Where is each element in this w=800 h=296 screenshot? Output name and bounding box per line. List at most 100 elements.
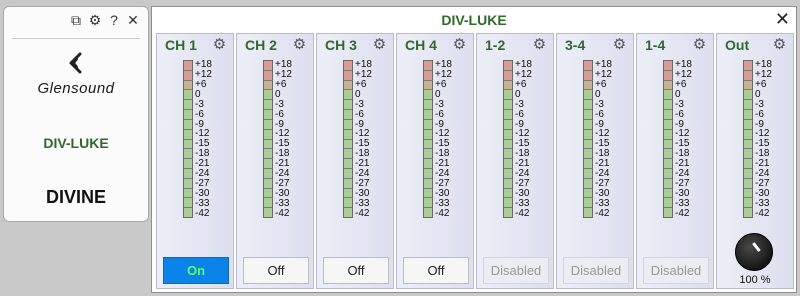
- gear-icon[interactable]: ⚙: [692, 37, 707, 52]
- gear-icon[interactable]: ⚙: [372, 37, 387, 52]
- scale-label: -30: [195, 187, 210, 199]
- scale-label: -30: [595, 187, 610, 199]
- help-icon[interactable]: ?: [107, 13, 121, 27]
- meter-segment: [504, 110, 512, 119]
- scale-label: -30: [275, 187, 290, 199]
- gear-icon[interactable]: ⚙: [212, 37, 227, 52]
- meter-segment: [264, 70, 272, 80]
- device-side-panel: ⧉ ⚙ ? ✕ Glensound DIV-LUKE DIVINE: [3, 6, 149, 222]
- meter-segment: [424, 100, 432, 110]
- meter-segment: [504, 129, 512, 139]
- meter-segment: [584, 61, 592, 70]
- meter-scale: +18 +12 +6 0 -3 -6 -9 -12 -15 -18 -21 -24 -27 -30 -33-…: [675, 59, 692, 219]
- scale-label: -21: [275, 158, 290, 170]
- scale-label: -33: [595, 197, 610, 209]
- scale-label: -21: [355, 158, 370, 170]
- meter-segment: [584, 80, 592, 90]
- meter-segment: [344, 100, 352, 110]
- close-icon[interactable]: ✕: [126, 13, 140, 27]
- meter-segment: [344, 129, 352, 139]
- meter-segment: [504, 168, 512, 178]
- meter-segment: [744, 178, 752, 188]
- channel-toggle-button[interactable]: Off: [403, 257, 469, 284]
- scale-label: -3: [195, 98, 204, 110]
- gear-icon[interactable]: ⚙: [88, 13, 102, 27]
- channel-toggle-button[interactable]: Off: [323, 257, 389, 284]
- channel-strip: 3-4 ⚙ +18 +12 +6 0 -3 -6 -9 -12 -15 -18 -21 -24 -27 -30…: [556, 33, 634, 289]
- scale-label: -18: [755, 148, 770, 160]
- scale-label: -6: [755, 108, 764, 120]
- channel-strip: 1-2 ⚙ +18 +12 +6 0 -3 -6 -9 -12 -15 -18 -21 -24 -27 -30…: [476, 33, 554, 289]
- meter-segment: [184, 70, 192, 80]
- meter-segment: [344, 159, 352, 168]
- meter-segment: [664, 208, 672, 217]
- level-meter: [183, 60, 193, 218]
- copy-icon[interactable]: ⧉: [69, 13, 83, 27]
- scale-label: -9: [435, 118, 444, 130]
- level-meter: [503, 60, 513, 218]
- scale-label: -6: [435, 108, 444, 120]
- output-level-knob[interactable]: [735, 233, 773, 271]
- channel-toggle-button[interactable]: Off: [243, 257, 309, 284]
- scale-label: -21: [755, 158, 770, 170]
- channel-toggle-button[interactable]: On: [163, 257, 229, 284]
- meter-segment: [424, 90, 432, 100]
- scale-label: -15: [675, 138, 690, 150]
- scale-label: -27: [435, 178, 450, 190]
- scale-label: +18: [675, 59, 692, 70]
- scale-label: +18: [515, 59, 532, 70]
- scale-label: +12: [595, 68, 612, 80]
- scale-label: -27: [755, 178, 770, 190]
- meter-segment: [184, 100, 192, 110]
- scale-label: -6: [355, 108, 364, 120]
- channel-strip: Out ⚙ +18 +12 +6 0 -3 -6 -9 -12 -15 -18 -21 -24 -27 -30…: [716, 33, 794, 289]
- meter-segment: [184, 149, 192, 159]
- meter-scale: +18 +12 +6 0 -3 -6 -9 -12 -15 -18 -21 -24 -27 -30 -33-…: [595, 60, 612, 219]
- channel-name: CH 2: [245, 37, 277, 53]
- scale-label: -30: [755, 187, 770, 199]
- meter-segment: [584, 100, 592, 110]
- close-icon[interactable]: ✕: [775, 10, 790, 28]
- gear-icon[interactable]: ⚙: [532, 37, 547, 52]
- meter-segment: [264, 208, 272, 217]
- scale-label: -24: [355, 168, 370, 180]
- scale-label: 0: [755, 88, 761, 100]
- meter-segment: [424, 149, 432, 159]
- scale-label: +12: [275, 68, 292, 80]
- meter-segment: [744, 80, 752, 90]
- meter-segment: [344, 149, 352, 159]
- meter-segment: [344, 168, 352, 178]
- device-name[interactable]: DIV-LUKE: [4, 135, 148, 151]
- gear-icon[interactable]: ⚙: [612, 37, 627, 52]
- gear-icon[interactable]: ⚙: [452, 37, 467, 52]
- meter-segment: [184, 90, 192, 100]
- scale-label: -3: [435, 98, 444, 110]
- scale-label: -9: [595, 118, 604, 130]
- channel-toggle-button: Disabled: [643, 257, 709, 284]
- meter-segment: [664, 119, 672, 129]
- scale-label: +6: [355, 78, 367, 90]
- gear-icon[interactable]: ⚙: [772, 37, 787, 52]
- level-meter: [743, 60, 753, 218]
- scale-label: 0: [515, 88, 521, 100]
- meter-segment: [424, 198, 432, 208]
- meter-segment: [744, 129, 752, 139]
- scale-label: +12: [195, 68, 212, 80]
- meter-segment: [744, 119, 752, 129]
- meter-segment: [504, 100, 512, 110]
- scale-label: -24: [675, 168, 690, 180]
- level-meter: [263, 60, 273, 218]
- meter-scale: +18 +12 +6 0 -3 -6 -9 -12 -15 -18 -21 -24 -27 -30 -33-…: [195, 60, 212, 219]
- scale-label: -21: [595, 158, 610, 170]
- meter-segment: [264, 129, 272, 139]
- gear-icon[interactable]: ⚙: [292, 37, 307, 52]
- meter-segment: [424, 178, 432, 188]
- glensound-logo-icon: [4, 51, 148, 75]
- meter-segment: [504, 159, 512, 168]
- meter-segment: [504, 119, 512, 129]
- level-meter: [583, 60, 593, 218]
- scale-label: -42: [275, 207, 290, 219]
- scale-label: +12: [675, 68, 692, 80]
- scale-label: -18: [355, 148, 370, 160]
- meter-segment: [264, 159, 272, 168]
